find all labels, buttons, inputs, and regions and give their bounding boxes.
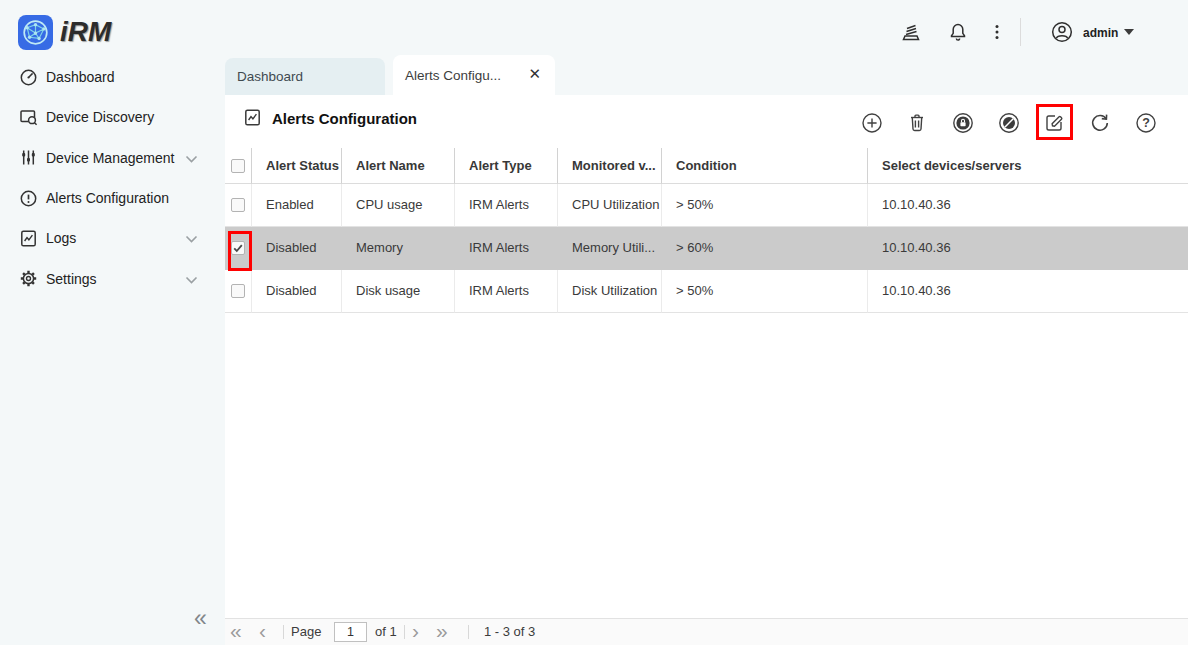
column-header[interactable]: Alert Name xyxy=(342,148,455,184)
row-checkbox[interactable] xyxy=(231,284,245,298)
row-checkbox-cell xyxy=(225,184,252,227)
page-number-input[interactable] xyxy=(334,622,367,642)
page-label: Page xyxy=(291,619,321,645)
device-discovery-icon xyxy=(18,107,38,127)
prev-page-icon[interactable]: ‹ xyxy=(259,619,266,643)
table-cell: Disabled xyxy=(252,227,342,270)
alerts-configuration-icon xyxy=(243,108,262,127)
page-of-label: of 1 xyxy=(375,619,397,645)
table-cell: > 50% xyxy=(662,270,868,313)
edit-button[interactable] xyxy=(1042,111,1066,135)
sidebar-item-dashboard[interactable]: Dashboard xyxy=(0,57,225,97)
add-button[interactable] xyxy=(860,111,884,135)
settings-icon xyxy=(18,269,38,289)
topbar-divider xyxy=(1020,18,1021,46)
table-row[interactable]: EnabledCPU usageIRM AlertsCPU Utilizatio… xyxy=(225,184,1188,227)
sidebar-item-logs[interactable]: Logs xyxy=(0,218,225,258)
refresh-button[interactable] xyxy=(1088,111,1112,135)
more-options-icon[interactable] xyxy=(985,20,1009,44)
enable-alert-button[interactable] xyxy=(951,111,975,135)
sidebar-item-label: Alerts Configuration xyxy=(46,190,169,206)
table-cell: 10.10.40.36 xyxy=(868,227,1188,270)
disable-alert-button[interactable] xyxy=(997,111,1021,135)
highlight-box-row-checkbox xyxy=(228,231,252,271)
pagination-bar: « ‹ Page of 1 › » 1 - 3 of 3 xyxy=(225,618,1188,645)
device-management-icon xyxy=(18,148,38,168)
chevron-down-icon[interactable] xyxy=(185,270,198,288)
table-cell: Enabled xyxy=(252,184,342,227)
tab-close-icon[interactable]: ✕ xyxy=(528,64,541,84)
table-cell: 10.10.40.36 xyxy=(868,184,1188,227)
sidebar-item-alerts-configuration[interactable]: Alerts Configuration xyxy=(0,178,225,218)
column-header[interactable]: Condition xyxy=(662,148,868,184)
alerts-icon xyxy=(18,188,38,208)
table-cell: Memory Utili... xyxy=(558,227,662,270)
table-cell: Disk Utilization xyxy=(558,270,662,313)
select-all-checkbox[interactable] xyxy=(231,159,245,173)
pager-divider xyxy=(404,625,405,639)
table-cell: Disabled xyxy=(252,270,342,313)
table-cell: CPU Utilization xyxy=(558,184,662,227)
table-cell: Disk usage xyxy=(342,270,455,313)
app-logo xyxy=(18,15,53,50)
dashboard-icon xyxy=(18,67,38,87)
last-page-icon[interactable]: » xyxy=(436,619,448,643)
table-cell: 10.10.40.36 xyxy=(868,270,1188,313)
brand-name: iRM xyxy=(60,16,111,48)
table-row[interactable]: DisabledDisk usageIRM AlertsDisk Utiliza… xyxy=(225,270,1188,313)
table-cell: IRM Alerts xyxy=(455,270,558,313)
first-page-icon[interactable]: « xyxy=(230,619,242,643)
pager-divider xyxy=(468,625,469,639)
chevron-down-icon[interactable] xyxy=(185,149,198,167)
tab-dashboard[interactable]: Dashboard xyxy=(225,58,385,95)
table-cell: Memory xyxy=(342,227,455,270)
column-header[interactable]: Monitored v... xyxy=(558,148,662,184)
table-cell: CPU usage xyxy=(342,184,455,227)
table-cell: > 60% xyxy=(662,227,868,270)
user-name[interactable]: admin xyxy=(1083,26,1118,40)
row-checkbox-cell xyxy=(225,270,252,313)
alerts-table: Alert StatusAlert NameAlert TypeMonitore… xyxy=(225,148,1188,313)
tasks-icon[interactable] xyxy=(899,20,923,44)
tab-alerts-configuration[interactable]: Alerts Configu... ✕ xyxy=(393,55,555,95)
column-header[interactable]: Select devices/servers xyxy=(868,148,1188,184)
network-globe-icon xyxy=(20,17,51,48)
table-header-row: Alert StatusAlert NameAlert TypeMonitore… xyxy=(225,148,1188,184)
tab-alerts-label: Alerts Configu... xyxy=(405,68,501,83)
header-checkbox-cell xyxy=(225,148,252,184)
logs-icon xyxy=(18,228,38,248)
table-cell: > 50% xyxy=(662,184,868,227)
notifications-icon[interactable] xyxy=(946,20,970,44)
pager-range-label: 1 - 3 of 3 xyxy=(484,619,535,645)
sidebar-item-device-management[interactable]: Device Management xyxy=(0,138,225,178)
pager-divider xyxy=(283,625,284,639)
help-button[interactable]: ? xyxy=(1134,111,1158,135)
user-avatar-icon[interactable] xyxy=(1050,20,1074,44)
next-page-icon[interactable]: › xyxy=(412,619,419,643)
sidebar-item-label: Dashboard xyxy=(46,69,115,85)
sidebar: Dashboard Device Discovery Device Manageme… xyxy=(0,57,225,299)
sidebar-item-label: Settings xyxy=(46,271,97,287)
tab-dashboard-label: Dashboard xyxy=(237,69,303,84)
sidebar-item-label: Logs xyxy=(46,230,76,246)
chevron-down-icon[interactable] xyxy=(185,229,198,247)
sidebar-item-device-discovery[interactable]: Device Discovery xyxy=(0,97,225,137)
delete-button[interactable] xyxy=(905,111,929,135)
table-cell: IRM Alerts xyxy=(455,184,558,227)
sidebar-item-label: Device Management xyxy=(46,150,174,166)
table-cell: IRM Alerts xyxy=(455,227,558,270)
user-menu-caret-icon[interactable] xyxy=(1124,29,1134,35)
sidebar-item-settings[interactable]: Settings xyxy=(0,258,225,298)
column-header[interactable]: Alert Status xyxy=(252,148,342,184)
table-row[interactable]: DisabledMemoryIRM AlertsMemory Utili...>… xyxy=(225,227,1188,270)
row-checkbox[interactable] xyxy=(231,198,245,212)
panel-title: Alerts Configuration xyxy=(272,110,417,127)
column-header[interactable]: Alert Type xyxy=(455,148,558,184)
svg-text:?: ? xyxy=(1142,116,1150,130)
sidebar-collapse-icon[interactable]: « xyxy=(194,605,207,632)
sidebar-item-label: Device Discovery xyxy=(46,109,154,125)
